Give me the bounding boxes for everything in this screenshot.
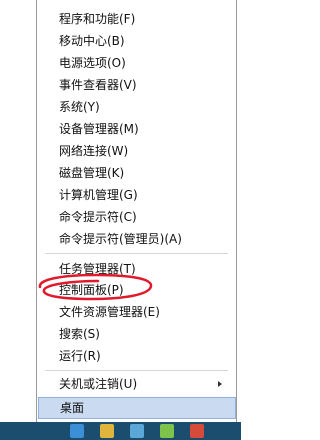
- taskbar-app-icon[interactable]: [160, 424, 174, 438]
- menu-item-device-manager[interactable]: 设备管理器(M): [37, 118, 236, 140]
- menu-item-run[interactable]: 运行(R): [37, 345, 236, 367]
- menu-item-command-prompt-admin[interactable]: 命令提示符(管理员)(A): [37, 228, 236, 250]
- submenu-arrow-icon: [218, 381, 222, 387]
- menu-item-mobility-center[interactable]: 移动中心(B): [37, 30, 236, 52]
- taskbar: [0, 422, 241, 440]
- windows-logo-icon[interactable]: [6, 404, 26, 424]
- menu-item-shutdown-signout[interactable]: 关机或注销(U): [37, 373, 236, 395]
- menu-item-system[interactable]: 系统(Y): [37, 96, 236, 118]
- menu-item-search[interactable]: 搜索(S): [37, 323, 236, 345]
- menu-item-computer-management[interactable]: 计算机管理(G): [37, 184, 236, 206]
- menu-item-network-connections[interactable]: 网络连接(W): [37, 140, 236, 162]
- menu-item-event-viewer[interactable]: 事件查看器(V): [37, 74, 236, 96]
- menu-item-desktop[interactable]: 桌面: [38, 397, 236, 419]
- taskbar-app-icon[interactable]: [70, 424, 84, 438]
- winx-context-menu: 程序和功能(F) 移动中心(B) 电源选项(O) 事件查看器(V) 系统(Y) …: [36, 0, 237, 422]
- menu-separator: [45, 370, 228, 371]
- menu-item-file-explorer[interactable]: 文件资源管理器(E): [37, 301, 236, 323]
- menu-item-programs-features[interactable]: 程序和功能(F): [37, 8, 236, 30]
- taskbar-folder-icon[interactable]: [100, 424, 114, 438]
- menu-item-command-prompt[interactable]: 命令提示符(C): [37, 206, 236, 228]
- menu-item-task-manager[interactable]: 任务管理器(T): [37, 258, 236, 280]
- menu-separator: [45, 253, 228, 254]
- menu-item-disk-management[interactable]: 磁盘管理(K): [37, 162, 236, 184]
- menu-item-power-options[interactable]: 电源选项(O): [37, 52, 236, 74]
- menu-item-control-panel[interactable]: 控制面板(P): [37, 279, 236, 301]
- taskbar-app-icon[interactable]: [130, 424, 144, 438]
- taskbar-app-icon[interactable]: [190, 424, 204, 438]
